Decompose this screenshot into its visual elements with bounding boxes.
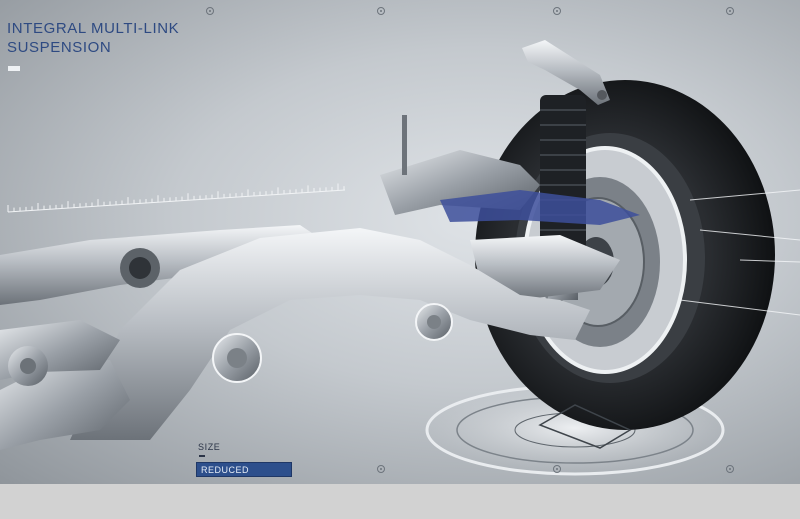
title-underline-mark	[8, 66, 20, 71]
hud-marker	[553, 7, 561, 15]
size-value-badge: REDUCED	[196, 462, 292, 477]
feature-title-line2: SUSPENSION	[7, 39, 112, 56]
hud-marker	[377, 7, 385, 15]
feature-title: INTEGRAL MULTI-LINK SUSPENSION	[7, 19, 179, 57]
video-frame: INTEGRAL MULTI-LINK SUSPENSION SIZE REDU…	[0, 0, 800, 484]
size-label-tick	[199, 455, 205, 457]
measurement-scale	[7, 183, 346, 213]
hud-marker	[377, 465, 385, 473]
hud-marker	[206, 7, 214, 15]
bottom-letterbox-bar	[0, 484, 800, 519]
size-label: SIZE	[198, 442, 221, 452]
hud-marker	[553, 465, 561, 473]
hud-marker	[726, 465, 734, 473]
feature-title-line1: INTEGRAL MULTI-LINK	[7, 20, 180, 37]
suspension-illustration	[0, 40, 800, 476]
hud-marker	[726, 7, 734, 15]
